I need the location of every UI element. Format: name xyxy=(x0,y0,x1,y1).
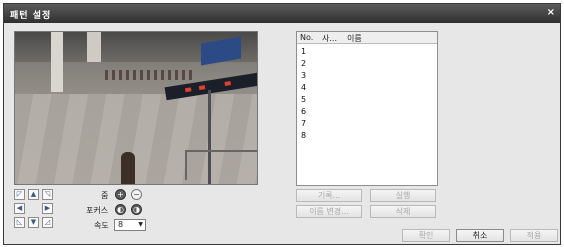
tilt-down-button[interactable]: ▼ xyxy=(28,217,39,228)
speed-select[interactable]: 8 ▼ xyxy=(114,219,146,231)
title-bar: 패턴 설정 × xyxy=(4,4,560,23)
tilt-up-button[interactable]: ▲ xyxy=(28,189,39,200)
chevron-down-icon: ▼ xyxy=(138,221,143,228)
list-item[interactable]: 3 xyxy=(301,71,431,83)
window-title: 패턴 설정 xyxy=(10,11,52,21)
pan-left-button[interactable]: ◀ xyxy=(14,203,25,214)
focus-near-icon[interactable]: ◐ xyxy=(115,204,126,215)
camera-preview xyxy=(14,31,258,185)
list-item[interactable]: 6 xyxy=(301,107,431,119)
zoom-in-icon[interactable]: + xyxy=(115,189,126,200)
focus-far-icon[interactable]: ◑ xyxy=(131,204,142,215)
video-crowd xyxy=(105,70,195,80)
list-header: No. 사... 이름 xyxy=(297,32,437,44)
zoom-label: 줌 xyxy=(101,191,109,200)
rename-button[interactable]: 이름 변경... xyxy=(296,205,362,218)
video-railing xyxy=(185,150,257,180)
list-item[interactable]: 1 xyxy=(301,47,431,59)
list-item[interactable]: 2 xyxy=(301,59,431,71)
zoom-out-icon[interactable]: − xyxy=(131,189,142,200)
run-button[interactable]: 실행 xyxy=(370,189,436,202)
cancel-button[interactable]: 취소 xyxy=(456,229,504,242)
column-header-no[interactable]: No. xyxy=(300,33,313,42)
speed-value: 8 xyxy=(118,220,124,229)
speed-label: 속도 xyxy=(94,221,109,230)
pattern-list[interactable]: No. 사... 이름 1 2 3 4 5 6 7 8 xyxy=(296,31,438,186)
list-item[interactable]: 4 xyxy=(301,83,431,95)
record-button[interactable]: 기록... xyxy=(296,189,362,202)
apply-button[interactable]: 적용 xyxy=(510,229,558,242)
pan-down-right-button[interactable]: ◿ xyxy=(42,217,53,228)
ok-button[interactable]: 확인 xyxy=(402,229,450,242)
delete-button[interactable]: 삭제 xyxy=(370,205,436,218)
video-pillar xyxy=(51,32,63,92)
pan-right-button[interactable]: ▶ xyxy=(42,203,53,214)
pattern-settings-dialog: 패턴 설정 × ◸ ▲ ◹ ◀ ▶ ◺ ▼ ◿ 줌 + − 포커스 ◐ ◑ 속도… xyxy=(3,3,561,245)
list-item[interactable]: 5 xyxy=(301,95,431,107)
list-item[interactable]: 7 xyxy=(301,119,431,131)
video-person xyxy=(121,152,135,184)
focus-label: 포커스 xyxy=(86,206,109,215)
pan-up-left-button[interactable]: ◸ xyxy=(14,189,25,200)
close-icon[interactable]: × xyxy=(547,7,555,18)
pan-up-right-button[interactable]: ◹ xyxy=(42,189,53,200)
column-header-name[interactable]: 이름 xyxy=(347,33,362,44)
column-header-use[interactable]: 사... xyxy=(322,33,337,44)
video-pillar xyxy=(87,32,101,62)
pan-down-left-button[interactable]: ◺ xyxy=(14,217,25,228)
list-item[interactable]: 8 xyxy=(301,131,431,143)
